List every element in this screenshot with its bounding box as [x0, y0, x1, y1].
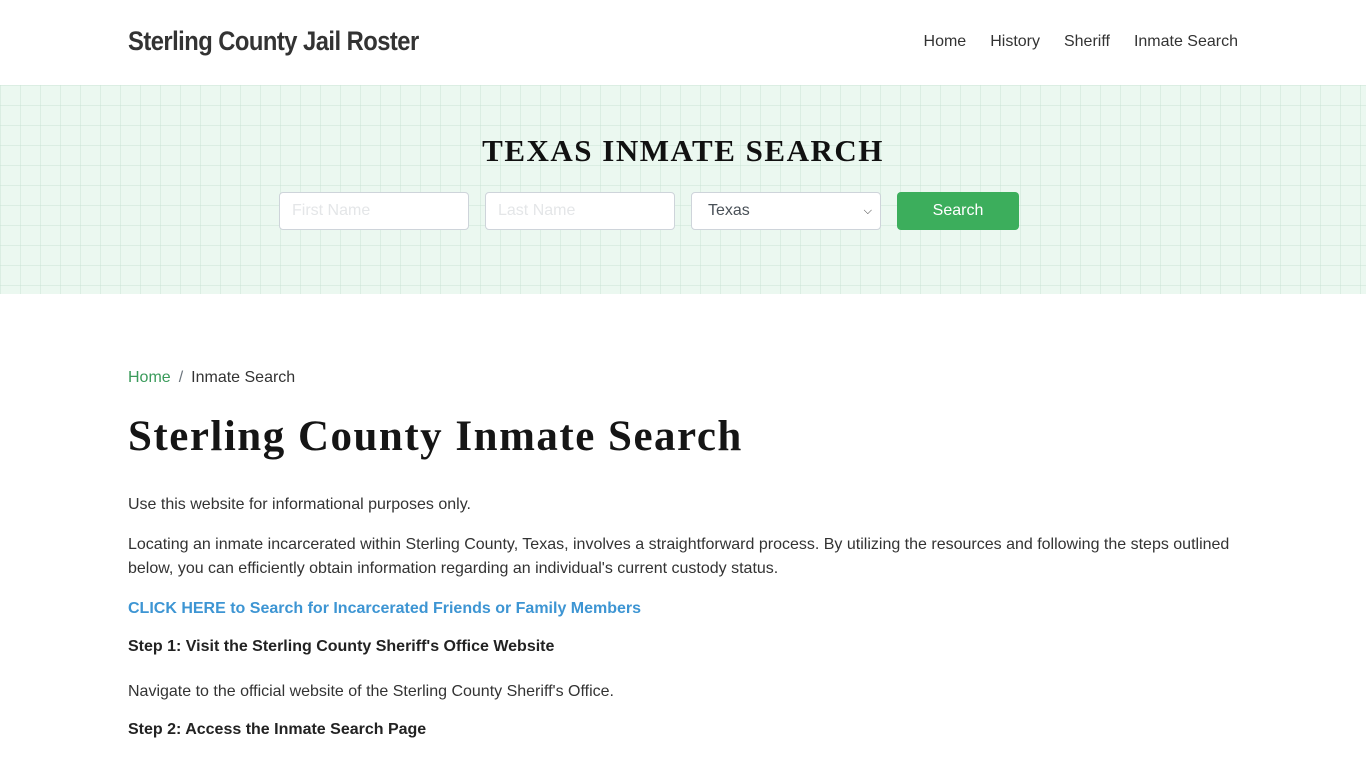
nav-sheriff[interactable]: Sheriff	[1064, 33, 1110, 51]
step-2-heading: Step 2: Access the Inmate Search Page	[128, 720, 427, 738]
inmate-search-form: Texas ⌵ Search	[279, 192, 1019, 230]
nav-home[interactable]: Home	[924, 33, 967, 51]
step-1-text: Navigate to the official website of the …	[128, 682, 614, 700]
breadcrumb: Home / Inmate Search	[128, 369, 1238, 387]
chevron-down-icon: ⌵	[863, 204, 872, 217]
intro-text: Use this website for informational purpo…	[128, 495, 471, 513]
last-name-input[interactable]	[485, 192, 675, 230]
site-brand-link[interactable]: Sterling County Jail Roster	[128, 26, 419, 57]
page-title: Sterling County Inmate Search	[128, 413, 743, 460]
site-header: Sterling County Jail Roster Home History…	[0, 0, 1366, 85]
state-select[interactable]: Texas ⌵	[691, 192, 881, 230]
description-paragraph: Locating an inmate incarcerated within S…	[128, 535, 1230, 577]
breadcrumb-home[interactable]: Home	[128, 369, 171, 387]
nav-history[interactable]: History	[990, 33, 1040, 51]
breadcrumb-current: Inmate Search	[191, 369, 296, 386]
state-select-value: Texas	[708, 202, 750, 219]
breadcrumb-separator: /	[178, 369, 184, 386]
hero-title: TEXAS INMATE SEARCH	[482, 133, 884, 168]
search-hero: TEXAS INMATE SEARCH Texas ⌵ Search	[0, 85, 1366, 294]
main-content: Home / Inmate Search Sterling County Inm…	[0, 369, 1366, 742]
search-button[interactable]: Search	[897, 192, 1019, 230]
main-nav: Home History Sheriff Inmate Search	[924, 33, 1238, 51]
search-cta-link[interactable]: CLICK HERE to Search for Incarcerated Fr…	[128, 597, 1238, 621]
nav-inmate-search[interactable]: Inmate Search	[1134, 33, 1238, 51]
first-name-input[interactable]	[279, 192, 469, 230]
step-1-heading: Step 1: Visit the Sterling County Sherif…	[128, 637, 555, 655]
